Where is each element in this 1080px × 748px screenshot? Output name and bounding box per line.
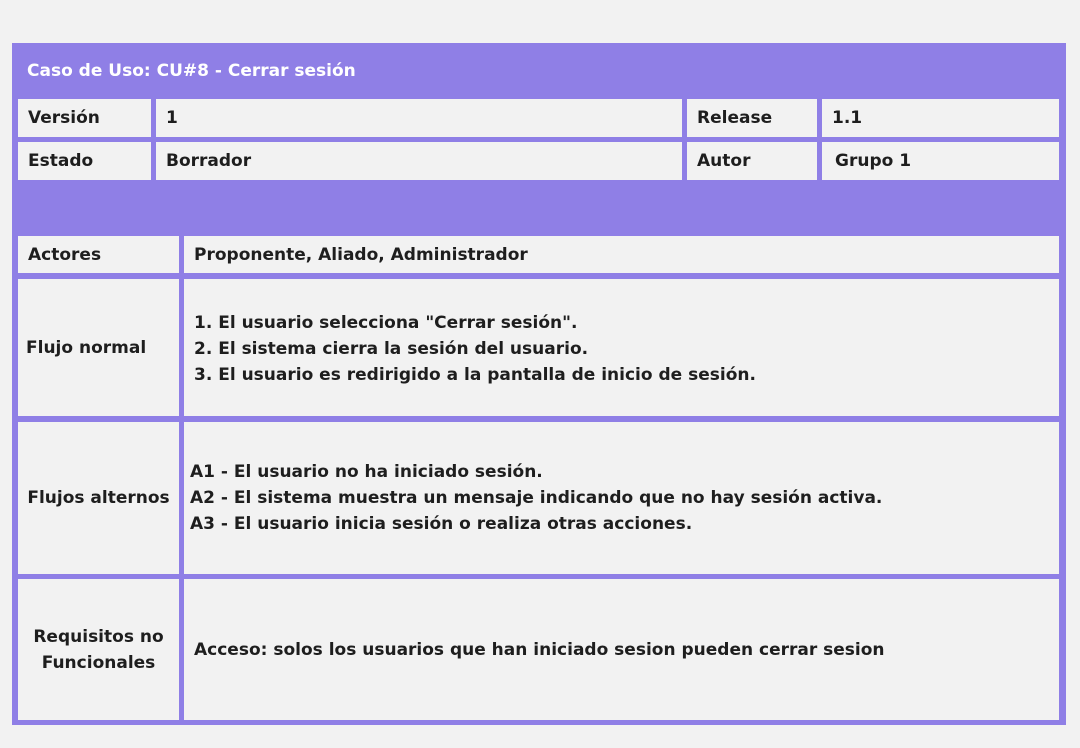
normal-flow-label: Flujo normal bbox=[18, 279, 179, 416]
use-case-title: Caso de Uso: CU#8 - Cerrar sesión bbox=[27, 61, 356, 81]
version-value: 1 bbox=[156, 99, 682, 137]
state-label: Estado bbox=[18, 142, 151, 180]
normal-flow-step: 1. El usuario selecciona "Cerrar sesión"… bbox=[194, 313, 578, 333]
non-functional-label-line: Funcionales bbox=[41, 652, 156, 673]
normal-flow-step: 3. El usuario es redirigido a la pantall… bbox=[194, 365, 756, 385]
normal-flow-step: 2. El sistema cierra la sesión del usuar… bbox=[194, 339, 589, 359]
version-label: Versión bbox=[18, 99, 151, 137]
actors-value: Proponente, Aliado, Administrador bbox=[184, 236, 1059, 273]
author-label: Autor bbox=[687, 142, 817, 180]
alternate-flow-step: A1 - El usuario no ha iniciado sesión. bbox=[190, 462, 543, 482]
non-functional-label-line: Requisitos no bbox=[33, 626, 164, 647]
author-value: Grupo 1 bbox=[822, 142, 1059, 180]
actors-label: Actores bbox=[18, 236, 179, 273]
alternate-flow-step: A3 - El usuario inicia sesión o realiza … bbox=[190, 514, 693, 534]
alternate-flow-step: A2 - El sistema muestra un mensaje indic… bbox=[190, 488, 883, 508]
state-value: Borrador bbox=[156, 142, 682, 180]
alternate-flows-label: Flujos alternos bbox=[18, 422, 179, 574]
release-label: Release bbox=[687, 99, 817, 137]
non-functional-label: Requisitos no Funcionales bbox=[18, 579, 179, 720]
alternate-flows-steps: A1 - El usuario no ha iniciado sesión. A… bbox=[184, 422, 1059, 574]
normal-flow-steps: 1. El usuario selecciona "Cerrar sesión"… bbox=[184, 279, 1059, 416]
release-value: 1.1 bbox=[822, 99, 1059, 137]
non-functional-value: Acceso: solos los usuarios que han inici… bbox=[184, 579, 1059, 720]
